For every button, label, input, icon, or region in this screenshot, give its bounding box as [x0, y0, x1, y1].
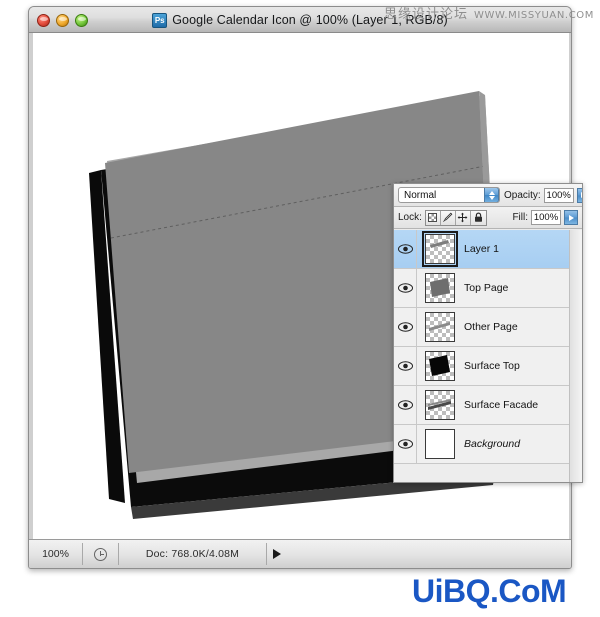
lock-button-group [424, 209, 487, 226]
layer-name: Surface Top [464, 360, 520, 372]
padlock-glyph [474, 212, 482, 222]
layer-name: Layer 1 [464, 243, 500, 255]
layer-thumbnail-cell[interactable] [417, 351, 462, 381]
eye-icon [397, 361, 413, 371]
layer-thumbnail-cell[interactable] [417, 273, 462, 303]
fill-input[interactable]: 100% [531, 210, 561, 225]
photoshop-ps-icon: Ps [152, 12, 168, 28]
lock-all-padlock-icon[interactable] [470, 210, 486, 225]
eye-icon [397, 400, 413, 410]
move-cross-glyph [458, 212, 468, 223]
triangle-right-icon [568, 214, 574, 221]
blend-mode-select[interactable]: Normal [398, 187, 500, 203]
watermark-bottom: UiBQ.CoM [412, 573, 567, 609]
layer-thumbnail [424, 390, 455, 420]
document-size-value: Doc: 768.0K/4.08M [145, 548, 240, 560]
document-status-bar: 100% Doc: 768.0K/4.08M [29, 539, 571, 568]
layer-visibility-toggle[interactable] [394, 308, 417, 346]
watermark-top: 思缘设计论坛 WWW.MISSYUAN.COM [384, 3, 594, 22]
chevron-down-icon [488, 195, 495, 200]
checkerboard-glyph [428, 213, 438, 222]
layer-row[interactable]: Top Page [394, 269, 582, 308]
layer-visibility-toggle[interactable] [394, 269, 417, 307]
document-size-info: Doc: 768.0K/4.08M [119, 543, 267, 565]
layer-row[interactable]: Background [394, 425, 582, 464]
window-controls [37, 14, 88, 27]
watermark-forum-name: 思缘设计论坛 [384, 7, 469, 22]
minimize-button[interactable] [56, 14, 69, 27]
clock-icon [94, 547, 107, 561]
layer-name: Other Page [464, 321, 518, 333]
opacity-slider-button[interactable] [576, 187, 582, 203]
maximize-button[interactable] [75, 14, 88, 27]
layer-list: Layer 1 Top Page Other Page Surface Top … [394, 230, 582, 482]
brush-glyph [443, 212, 453, 222]
eye-icon [397, 244, 413, 254]
status-menu-button[interactable] [267, 543, 287, 565]
layer-thumbnail [424, 273, 455, 303]
layer-row[interactable]: Surface Top [394, 347, 582, 386]
layer-row[interactable]: Surface Facade [394, 386, 582, 425]
eye-icon [397, 322, 413, 332]
page-root: Ps Google Calendar Icon @ 100% (Layer 1,… [0, 0, 600, 617]
close-button[interactable] [37, 14, 50, 27]
chevron-up-icon [488, 190, 495, 195]
opacity-label: Opacity: [504, 189, 541, 201]
watermark-url: WWW.MISSYUAN.COM [474, 10, 594, 21]
layer-thumbnail-cell[interactable] [417, 231, 462, 267]
layer-visibility-toggle[interactable] [394, 230, 417, 268]
blend-mode-value: Normal [404, 189, 437, 201]
timing-indicator-button[interactable] [83, 543, 119, 565]
layer-thumbnail [424, 429, 455, 459]
layers-panel-scrollbar[interactable] [569, 230, 582, 482]
opacity-input[interactable]: 100% [543, 187, 574, 203]
layer-thumbnail [421, 231, 458, 267]
lock-transparent-pixels-icon[interactable] [425, 210, 441, 225]
layer-thumbnail-cell[interactable] [417, 312, 462, 342]
layer-row[interactable]: Layer 1 [394, 230, 582, 269]
layer-thumbnail [424, 351, 455, 381]
layers-panel: Normal Opacity: 100% Lock: Fill: 100% La… [393, 183, 583, 483]
lock-position-move-icon[interactable] [455, 210, 471, 225]
opacity-control: Opacity: 100% [504, 187, 582, 203]
triangle-right-icon [581, 192, 582, 198]
lock-label: Lock: [398, 212, 422, 223]
lock-image-pixels-brush-icon[interactable] [440, 210, 456, 225]
blend-mode-stepper-icon[interactable] [484, 188, 499, 202]
fill-label: Fill: [512, 212, 528, 223]
fill-control: Fill: 100% [512, 210, 578, 225]
triangle-right-icon [273, 549, 281, 559]
layer-thumbnail [424, 312, 455, 342]
eye-icon [397, 439, 413, 449]
layer-thumbnail-cell[interactable] [417, 429, 462, 459]
zoom-level-field[interactable]: 100% [29, 543, 83, 565]
layer-row[interactable]: Other Page [394, 308, 582, 347]
layer-visibility-toggle[interactable] [394, 425, 417, 463]
layer-visibility-toggle[interactable] [394, 386, 417, 424]
layer-thumbnail-cell[interactable] [417, 390, 462, 420]
layer-name: Background [464, 438, 521, 450]
fill-slider-button[interactable] [564, 210, 578, 225]
layer-name: Surface Facade [464, 399, 539, 411]
layer-visibility-toggle[interactable] [394, 347, 417, 385]
layers-panel-lock-row: Lock: Fill: 100% [394, 207, 582, 229]
eye-icon [397, 283, 413, 293]
layer-name: Top Page [464, 282, 509, 294]
zoom-level-value: 100% [42, 548, 69, 560]
layers-panel-top-row: Normal Opacity: 100% [394, 184, 582, 207]
